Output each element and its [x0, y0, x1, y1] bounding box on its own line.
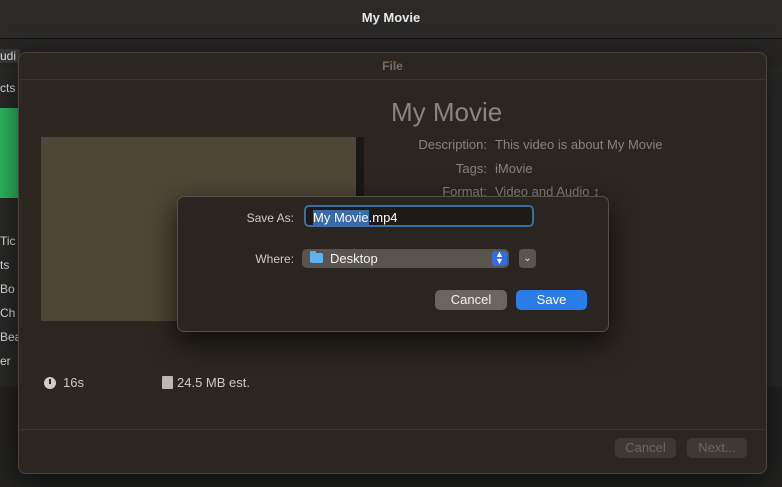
- chevron-down-icon: ⌄: [523, 253, 532, 264]
- background-label: cts: [0, 81, 16, 95]
- window-title: My Movie: [361, 10, 421, 25]
- tags-value[interactable]: iMovie: [495, 161, 533, 176]
- expand-dialog-button[interactable]: ⌄: [519, 249, 536, 268]
- sheet-header: File: [19, 53, 766, 80]
- filename-extension: .mp4: [368, 210, 398, 225]
- description-value[interactable]: This video is about My Movie: [495, 137, 663, 152]
- sheet-title: File: [382, 59, 403, 73]
- background-label: Bea: [0, 330, 20, 344]
- save-as-label: Save As:: [246, 211, 294, 225]
- sheet-next-button[interactable]: Next...: [687, 438, 747, 458]
- description-label: Description:: [418, 137, 487, 152]
- filename-selection: My Movie: [313, 210, 369, 225]
- cancel-button[interactable]: Cancel: [435, 290, 507, 310]
- movie-title[interactable]: My Movie: [391, 97, 502, 128]
- tags-label: Tags:: [455, 161, 487, 176]
- save-button[interactable]: Save: [516, 290, 587, 310]
- background-label: Ch: [0, 306, 16, 320]
- file-size-icon: [162, 376, 173, 389]
- background-green-clip: [0, 108, 20, 198]
- sheet-footer: Cancel Next...: [19, 429, 766, 474]
- where-label: Where:: [255, 252, 294, 266]
- background-label: ts: [0, 258, 10, 272]
- window-titlebar: My Movie: [0, 0, 782, 39]
- folder-icon: [310, 251, 323, 263]
- background-label: Tic: [0, 234, 16, 248]
- popup-stepper-icon: ▲ ▼: [492, 250, 507, 266]
- background-label: Bo: [0, 282, 15, 296]
- background-label: udi: [0, 49, 20, 63]
- save-as-field[interactable]: My Movie.mp4: [304, 205, 534, 227]
- where-value: Desktop: [330, 251, 378, 266]
- clock-icon: [44, 377, 56, 389]
- size-estimate: 24.5 MB est.: [177, 375, 250, 390]
- background-label: er: [0, 354, 11, 368]
- duration-value: 16s: [63, 375, 84, 390]
- save-dialog: Save As: My Movie.mp4 Where: Desktop ▲ ▼ …: [177, 196, 609, 332]
- where-popup[interactable]: Desktop ▲ ▼: [302, 249, 509, 268]
- background-right-panel: [765, 67, 782, 387]
- sheet-cancel-button[interactable]: Cancel: [615, 438, 676, 458]
